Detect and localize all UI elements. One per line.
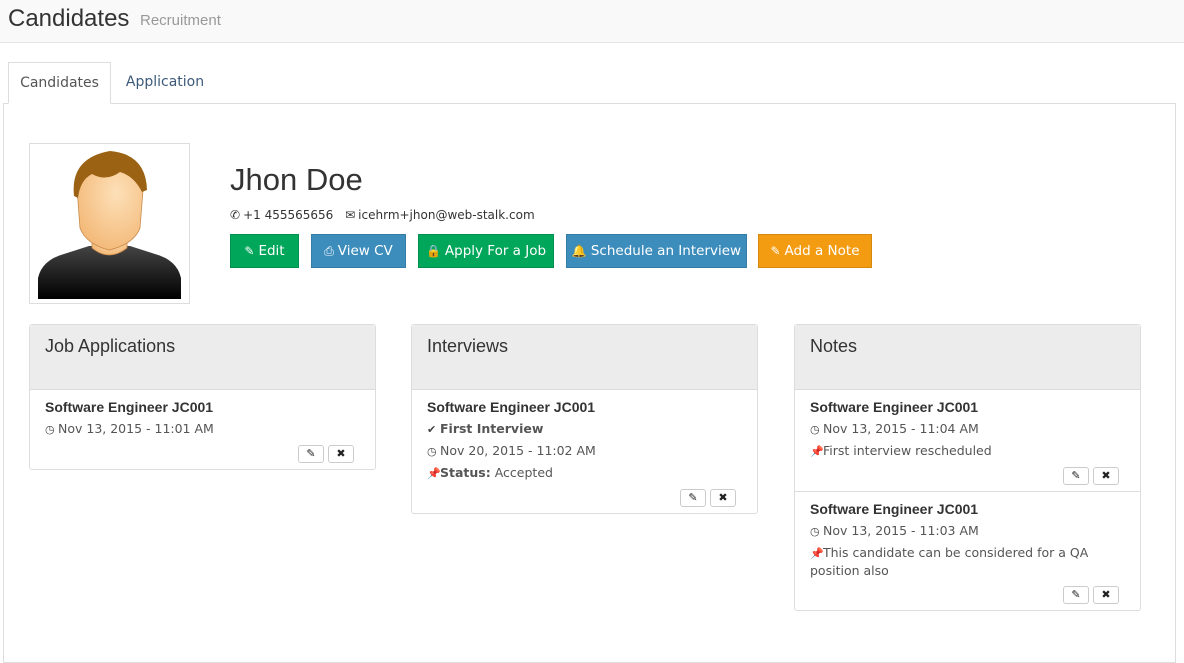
edit-icon: ✎ bbox=[1071, 588, 1081, 601]
panel-title: Interviews bbox=[412, 325, 757, 390]
edit-icon: ✎ bbox=[244, 244, 255, 258]
close-icon: ✖ bbox=[336, 447, 346, 460]
close-icon: ✖ bbox=[718, 491, 728, 504]
clock-icon: ◷ bbox=[45, 423, 55, 436]
schedule-interview-button[interactable]: 🔔 Schedule an Interview bbox=[566, 234, 747, 268]
interviews-panel: Interviews Software Engineer JC001 ✔ Firs… bbox=[411, 324, 758, 514]
view-cv-button-label: View CV bbox=[337, 243, 393, 259]
candidate-email: icehrm+jhon@web-stalk.com bbox=[358, 208, 535, 222]
close-icon: ✖ bbox=[1101, 469, 1111, 482]
delete-interview-button[interactable]: ✖ bbox=[710, 489, 736, 507]
clock-icon: ◷ bbox=[810, 525, 820, 538]
edit-button-label: Edit bbox=[258, 243, 285, 259]
application-item: Software Engineer JC001 ◷ Nov 13, 2015 - … bbox=[30, 390, 375, 469]
note-text: This candidate can be considered for a Q… bbox=[810, 545, 1089, 578]
tab-candidates[interactable]: Candidates bbox=[8, 62, 111, 104]
bell-icon: 🔔 bbox=[571, 244, 587, 258]
view-cv-button[interactable]: ⎙ View CV bbox=[311, 234, 406, 268]
job-applications-panel: Job Applications Software Engineer JC001… bbox=[29, 324, 376, 470]
edit-icon: ✎ bbox=[770, 244, 781, 258]
candidate-avatar bbox=[29, 143, 190, 304]
tab-application[interactable]: Application bbox=[112, 62, 218, 104]
delete-note-button[interactable]: ✖ bbox=[1093, 467, 1119, 485]
application-title: Software Engineer JC001 bbox=[45, 399, 214, 415]
apply-for-job-button[interactable]: 🔒 Apply For a Job bbox=[418, 234, 554, 268]
candidate-name: Jhon Doe bbox=[230, 162, 363, 197]
check-circle-icon: ✔ bbox=[427, 423, 437, 436]
edit-note-button[interactable]: ✎ bbox=[1063, 467, 1089, 485]
page-subtitle: Recruitment bbox=[140, 12, 221, 29]
edit-icon: ✎ bbox=[688, 491, 698, 504]
note-title: Software Engineer JC001 bbox=[810, 399, 979, 415]
default-male-avatar-icon bbox=[38, 151, 181, 299]
interview-status-label: Status: bbox=[440, 465, 491, 480]
page-title: Candidates bbox=[8, 5, 130, 32]
interview-type: First Interview bbox=[440, 421, 544, 436]
notes-panel: Notes Software Engineer JC001 ◷ Nov 13, 2… bbox=[794, 324, 1141, 611]
note-time: Nov 13, 2015 - 11:04 AM bbox=[823, 421, 979, 436]
delete-application-button[interactable]: ✖ bbox=[328, 445, 354, 463]
interview-title: Software Engineer JC001 bbox=[427, 399, 596, 415]
envelope-icon: ✉ bbox=[345, 208, 356, 222]
edit-application-button[interactable]: ✎ bbox=[298, 445, 324, 463]
interview-item: Software Engineer JC001 ✔ First Interview… bbox=[412, 390, 757, 513]
panel-title: Job Applications bbox=[30, 325, 375, 390]
delete-note-button[interactable]: ✖ bbox=[1093, 586, 1119, 604]
pin-icon: 📌 bbox=[810, 445, 824, 458]
note-time: Nov 13, 2015 - 11:03 AM bbox=[823, 523, 979, 538]
page-header: Candidates Recruitment bbox=[0, 0, 1184, 43]
candidate-contact: ✆ +1 455565656 ✉ icehrm+jhon@web-stalk.com bbox=[230, 207, 535, 223]
pin-icon: 📌 bbox=[427, 467, 441, 480]
apply-for-job-button-label: Apply For a Job bbox=[444, 243, 547, 259]
lock-icon: 🔒 bbox=[425, 244, 441, 258]
schedule-interview-button-label: Schedule an Interview bbox=[590, 243, 742, 259]
add-note-button-label: Add a Note bbox=[784, 243, 860, 259]
candidate-phone: +1 455565656 bbox=[243, 208, 334, 222]
edit-note-button[interactable]: ✎ bbox=[1063, 586, 1089, 604]
edit-interview-button[interactable]: ✎ bbox=[680, 489, 706, 507]
interview-time: Nov 20, 2015 - 11:02 AM bbox=[440, 443, 596, 458]
add-note-button[interactable]: ✎ Add a Note bbox=[758, 234, 872, 268]
interview-status: Accepted bbox=[494, 465, 553, 480]
clock-icon: ◷ bbox=[810, 423, 820, 436]
panel-title: Notes bbox=[795, 325, 1140, 390]
pin-icon: 📌 bbox=[810, 547, 824, 560]
clock-icon: ◷ bbox=[427, 445, 437, 458]
note-item: Software Engineer JC001 ◷ Nov 13, 2015 - … bbox=[795, 492, 1140, 610]
note-item: Software Engineer JC001 ◷ Nov 13, 2015 - … bbox=[795, 390, 1140, 492]
phone-icon: ✆ bbox=[230, 208, 241, 222]
edit-icon: ✎ bbox=[1071, 469, 1081, 482]
print-icon: ⎙ bbox=[324, 244, 334, 258]
edit-icon: ✎ bbox=[306, 447, 316, 460]
close-icon: ✖ bbox=[1101, 588, 1111, 601]
edit-button[interactable]: ✎ Edit bbox=[230, 234, 299, 268]
note-text: First interview rescheduled bbox=[823, 443, 992, 458]
note-title: Software Engineer JC001 bbox=[810, 501, 979, 517]
application-time: Nov 13, 2015 - 11:01 AM bbox=[58, 421, 214, 436]
